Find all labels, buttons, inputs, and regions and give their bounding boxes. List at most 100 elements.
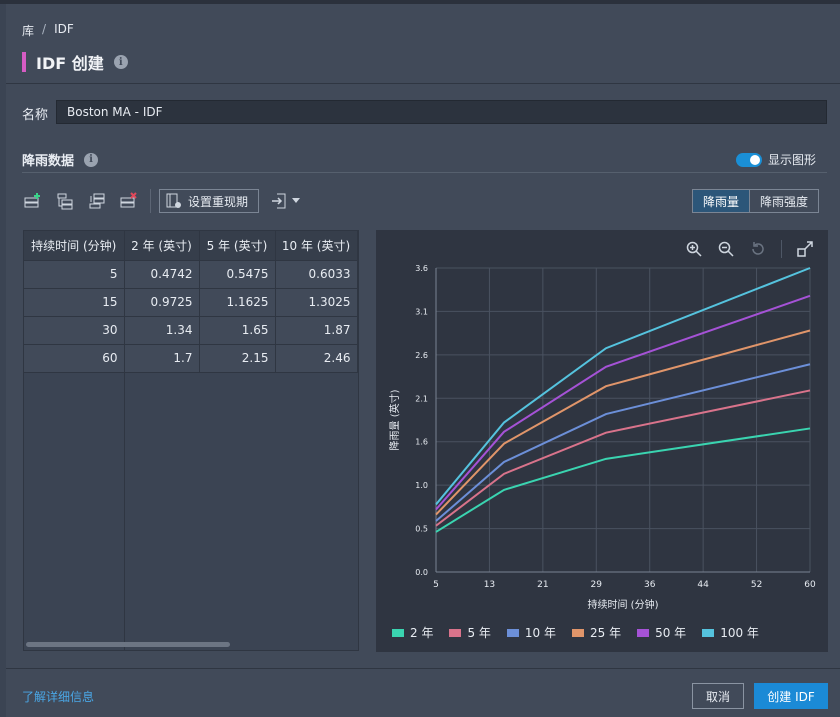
rainfall-section-label: 降雨数据 (22, 154, 75, 169)
table-cell[interactable]: 60 (24, 344, 125, 373)
name-input[interactable] (56, 100, 827, 124)
column-header-2yr[interactable]: 2 年 (英寸) (124, 231, 200, 261)
show-graph-toggle[interactable] (736, 152, 762, 167)
breadcrumb-separator: / (42, 22, 47, 36)
x-tick-label: 21 (537, 580, 548, 590)
table-settings-icon (166, 193, 181, 208)
x-tick-label: 29 (591, 580, 603, 590)
table-row: 5 0.4742 0.5475 0.6033 (24, 260, 358, 289)
table-cell[interactable]: 0.4742 (124, 260, 200, 289)
table-cell[interactable]: 0.9725 (124, 288, 200, 317)
title-accent-bar (22, 52, 26, 72)
x-tick-label: 36 (644, 580, 656, 590)
delete-row-icon[interactable] (118, 190, 140, 212)
table-cell[interactable]: 5 (24, 260, 125, 289)
y-tick-label: 3.6 (415, 264, 428, 273)
divider (6, 83, 840, 84)
y-tick-label: 1.6 (415, 438, 428, 447)
table-cell[interactable]: 2.46 (275, 344, 358, 373)
legend-item[interactable]: 10 年 (506, 624, 556, 641)
table-cell[interactable]: 0.6033 (275, 260, 358, 289)
y-tick-label: 1.0 (415, 481, 428, 490)
page-title: IDF 创建 (36, 54, 104, 73)
y-axis-label: 降雨量 (英寸) (388, 389, 401, 450)
rainfall-table: 持续时间 (分钟) 2 年 (英寸) 5 年 (英寸) 10 年 (英寸) 5 … (24, 231, 358, 373)
legend-item[interactable]: 50 年 (637, 624, 686, 641)
legend-swatch (572, 628, 584, 637)
x-tick-label: 52 (751, 580, 762, 590)
legend-swatch (449, 628, 462, 637)
intensity-view-button[interactable]: 降雨强度 (750, 190, 819, 212)
series-line (435, 329, 811, 516)
column-header-5yr[interactable]: 5 年 (英寸) (199, 231, 276, 261)
table-cell[interactable]: 0.5475 (199, 260, 276, 289)
table-cell[interactable]: 1.87 (275, 316, 358, 345)
idf-create-dialog: 库 / IDF IDF 创建 i 名称 降雨数据 i 显示图形 (6, 4, 840, 717)
view-mode-toggle: 降雨量 降雨强度 (692, 189, 820, 213)
legend-item[interactable]: 2 年 (392, 624, 433, 641)
breadcrumb-current: IDF (54, 22, 74, 36)
table-header-row: 持续时间 (分钟) 2 年 (英寸) 5 年 (英寸) 10 年 (英寸) (24, 231, 358, 261)
table-cell[interactable]: 15 (24, 288, 125, 317)
chevron-down-icon (292, 198, 301, 203)
legend-label: 25 年 (590, 626, 622, 640)
breadcrumb-root[interactable]: 库 (22, 22, 34, 39)
horizontal-scrollbar[interactable] (26, 642, 230, 647)
title-row: IDF 创建 i (22, 50, 128, 74)
add-row-icon[interactable] (22, 190, 44, 212)
legend-swatch (506, 628, 519, 637)
rainfall-table-container: 持续时间 (分钟) 2 年 (英寸) 5 年 (英寸) 10 年 (英寸) 5 … (23, 230, 359, 651)
legend-label: 2 年 (410, 626, 434, 640)
legend-swatch (392, 628, 404, 637)
cancel-button[interactable]: 取消 (692, 683, 744, 709)
table-cell[interactable]: 1.65 (199, 316, 276, 345)
column-header-10yr[interactable]: 10 年 (英寸) (275, 231, 358, 261)
table-cell[interactable]: 30 (24, 316, 125, 345)
footer-divider (6, 668, 840, 669)
show-graph-toggle-group: 显示图形 (736, 151, 816, 168)
legend-item[interactable]: 25 年 (572, 624, 621, 641)
x-tick-label: 60 (804, 580, 816, 590)
legend-item[interactable]: 100 年 (702, 624, 759, 641)
table-cell[interactable]: 1.34 (124, 316, 200, 345)
show-graph-label: 显示图形 (768, 153, 817, 167)
legend-item[interactable]: 5 年 (449, 624, 491, 641)
x-tick-label: 44 (697, 580, 709, 590)
rainfall-info-icon[interactable]: i (84, 152, 99, 167)
column-divider (124, 373, 125, 651)
x-axis-label: 持续时间 (分钟) (588, 598, 659, 611)
info-icon[interactable]: i (113, 55, 128, 69)
learn-more-link[interactable]: 了解详细信息 (22, 688, 94, 705)
y-tick-label: 0.0 (415, 568, 428, 577)
legend-swatch (702, 628, 715, 637)
export-icon (272, 193, 286, 209)
rainfall-section-title: 降雨数据 i (22, 150, 99, 169)
set-return-period-button[interactable]: 设置重现期 (159, 189, 260, 213)
column-header-duration[interactable]: 持续时间 (分钟) (24, 231, 125, 261)
x-tick-label: 13 (484, 580, 495, 590)
legend-label: 50 年 (655, 626, 687, 640)
table-cell[interactable]: 2.15 (199, 344, 276, 373)
table-row: 60 1.7 2.15 2.46 (24, 344, 358, 373)
export-button[interactable] (271, 193, 301, 209)
insert-row-icon[interactable] (54, 190, 76, 212)
name-label: 名称 (22, 108, 49, 123)
y-tick-label: 3.1 (415, 307, 428, 316)
y-tick-label: 2.1 (415, 394, 428, 403)
move-rows-icon[interactable] (86, 190, 108, 212)
section-divider (22, 172, 827, 173)
create-idf-button[interactable]: 创建 IDF (754, 683, 828, 709)
chart-panel: 5 13 21 29 36 44 52 60 0.0 0.5 1.0 1.6 2.1 2.6 3.1 3.6 持… (376, 230, 828, 652)
chart-legend: 2 年 5 年 10 年 25 年 50 年 100 年 (392, 624, 759, 641)
legend-label: 100 年 (720, 626, 759, 640)
idf-line-chart: 5 13 21 29 36 44 52 60 0.0 0.5 1.0 1.6 2.1 2.6 3.1 3.6 持… (388, 264, 816, 611)
table-cell[interactable]: 1.3025 (275, 288, 358, 317)
table-cell[interactable]: 1.7 (124, 344, 200, 373)
legend-swatch (637, 628, 650, 637)
table-cell[interactable]: 1.1625 (199, 288, 276, 317)
table-toolbar: 设置重现期 (22, 188, 301, 214)
table-row: 15 0.9725 1.1625 1.3025 (24, 288, 358, 317)
y-tick-label: 2.6 (415, 351, 428, 360)
x-tick-label: 5 (433, 580, 439, 590)
depth-view-button[interactable]: 降雨量 (693, 190, 751, 212)
